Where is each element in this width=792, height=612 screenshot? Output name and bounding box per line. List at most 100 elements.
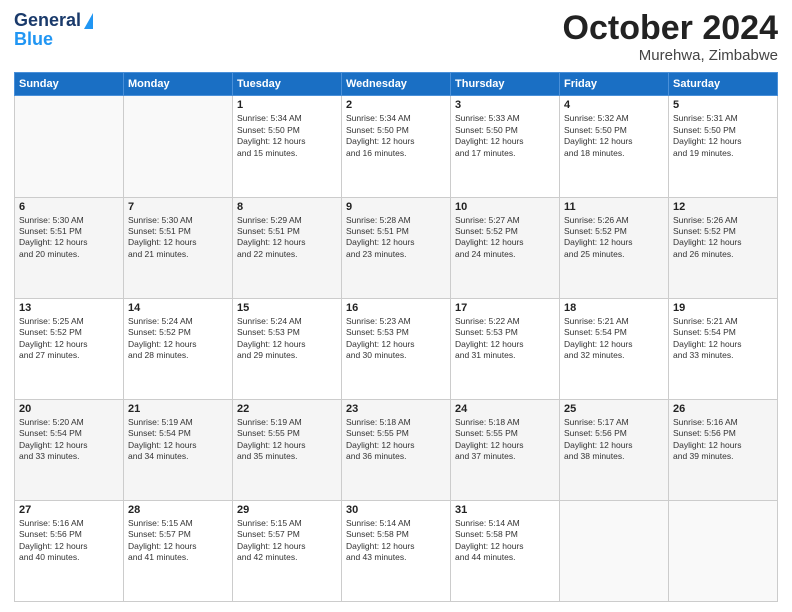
logo-blue: Blue xyxy=(14,29,53,50)
calendar-header-tuesday: Tuesday xyxy=(233,73,342,96)
day-number: 21 xyxy=(128,403,228,415)
day-info: Sunrise: 5:15 AM Sunset: 5:57 PM Dayligh… xyxy=(237,518,337,564)
calendar-header-thursday: Thursday xyxy=(451,73,560,96)
day-number: 22 xyxy=(237,403,337,415)
day-number: 2 xyxy=(346,99,446,111)
day-info: Sunrise: 5:21 AM Sunset: 5:54 PM Dayligh… xyxy=(673,316,773,362)
day-number: 8 xyxy=(237,201,337,213)
day-info: Sunrise: 5:22 AM Sunset: 5:53 PM Dayligh… xyxy=(455,316,555,362)
calendar-cell: 13 Sunrise: 5:25 AM Sunset: 5:52 PM Dayli… xyxy=(15,298,124,399)
calendar-cell: 10 Sunrise: 5:27 AM Sunset: 5:52 PM Dayli… xyxy=(451,197,560,298)
calendar-cell: 12Sunrise: 5:26 AM Sunset: 5:52 PM Dayli… xyxy=(669,197,778,298)
day-info: Sunrise: 5:28 AM Sunset: 5:51 PM Dayligh… xyxy=(346,215,446,261)
day-info: Sunrise: 5:29 AM Sunset: 5:51 PM Dayligh… xyxy=(237,215,337,261)
day-number: 11 xyxy=(564,201,664,213)
day-info: Sunrise: 5:20 AM Sunset: 5:54 PM Dayligh… xyxy=(19,417,119,463)
calendar-week-row: 20 Sunrise: 5:20 AM Sunset: 5:54 PM Dayli… xyxy=(15,399,778,500)
day-info: Sunrise: 5:24 AM Sunset: 5:53 PM Dayligh… xyxy=(237,316,337,362)
day-number: 14 xyxy=(128,302,228,314)
logo-general: General xyxy=(14,10,81,31)
day-number: 6 xyxy=(19,201,119,213)
day-info: Sunrise: 5:15 AM Sunset: 5:57 PM Dayligh… xyxy=(128,518,228,564)
calendar-cell: 20 Sunrise: 5:20 AM Sunset: 5:54 PM Dayli… xyxy=(15,399,124,500)
day-info: Sunrise: 5:26 AM Sunset: 5:52 PM Dayligh… xyxy=(673,215,773,261)
calendar-cell: 23 Sunrise: 5:18 AM Sunset: 5:55 PM Dayli… xyxy=(342,399,451,500)
day-info: Sunrise: 5:25 AM Sunset: 5:52 PM Dayligh… xyxy=(19,316,119,362)
day-number: 3 xyxy=(455,99,555,111)
calendar-week-row: 1 Sunrise: 5:34 AM Sunset: 5:50 PM Daylig… xyxy=(15,96,778,197)
calendar-cell: 17 Sunrise: 5:22 AM Sunset: 5:53 PM Dayli… xyxy=(451,298,560,399)
day-info: Sunrise: 5:21 AM Sunset: 5:54 PM Dayligh… xyxy=(564,316,664,362)
calendar-header-saturday: Saturday xyxy=(669,73,778,96)
calendar-cell xyxy=(669,500,778,601)
day-info: Sunrise: 5:32 AM Sunset: 5:50 PM Dayligh… xyxy=(564,113,664,159)
calendar-cell: 8 Sunrise: 5:29 AM Sunset: 5:51 PM Daylig… xyxy=(233,197,342,298)
calendar-cell: 25 Sunrise: 5:17 AM Sunset: 5:56 PM Dayli… xyxy=(560,399,669,500)
day-number: 23 xyxy=(346,403,446,415)
calendar-cell: 11 Sunrise: 5:26 AM Sunset: 5:52 PM Dayli… xyxy=(560,197,669,298)
location: Murehwa, Zimbabwe xyxy=(563,47,778,64)
day-info: Sunrise: 5:26 AM Sunset: 5:52 PM Dayligh… xyxy=(564,215,664,261)
day-info: Sunrise: 5:23 AM Sunset: 5:53 PM Dayligh… xyxy=(346,316,446,362)
calendar-cell: 15 Sunrise: 5:24 AM Sunset: 5:53 PM Dayli… xyxy=(233,298,342,399)
calendar-cell: 3Sunrise: 5:33 AM Sunset: 5:50 PM Daylig… xyxy=(451,96,560,197)
day-info: Sunrise: 5:30 AM Sunset: 5:51 PM Dayligh… xyxy=(19,215,119,261)
calendar-table: SundayMondayTuesdayWednesdayThursdayFrid… xyxy=(14,72,778,602)
calendar-cell: 24Sunrise: 5:18 AM Sunset: 5:55 PM Dayli… xyxy=(451,399,560,500)
calendar-cell: 6 Sunrise: 5:30 AM Sunset: 5:51 PM Daylig… xyxy=(15,197,124,298)
logo-triangle-icon xyxy=(84,13,93,29)
day-number: 30 xyxy=(346,504,446,516)
calendar-cell: 1 Sunrise: 5:34 AM Sunset: 5:50 PM Daylig… xyxy=(233,96,342,197)
calendar-cell: 27Sunrise: 5:16 AM Sunset: 5:56 PM Dayli… xyxy=(15,500,124,601)
day-info: Sunrise: 5:17 AM Sunset: 5:56 PM Dayligh… xyxy=(564,417,664,463)
calendar-cell xyxy=(15,96,124,197)
day-info: Sunrise: 5:30 AM Sunset: 5:51 PM Dayligh… xyxy=(128,215,228,261)
day-number: 1 xyxy=(237,99,337,111)
calendar-header-wednesday: Wednesday xyxy=(342,73,451,96)
day-number: 29 xyxy=(237,504,337,516)
calendar-cell: 2Sunrise: 5:34 AM Sunset: 5:50 PM Daylig… xyxy=(342,96,451,197)
day-number: 31 xyxy=(455,504,555,516)
day-number: 9 xyxy=(346,201,446,213)
day-info: Sunrise: 5:18 AM Sunset: 5:55 PM Dayligh… xyxy=(455,417,555,463)
calendar-cell: 5Sunrise: 5:31 AM Sunset: 5:50 PM Daylig… xyxy=(669,96,778,197)
calendar-week-row: 6 Sunrise: 5:30 AM Sunset: 5:51 PM Daylig… xyxy=(15,197,778,298)
day-info: Sunrise: 5:34 AM Sunset: 5:50 PM Dayligh… xyxy=(237,113,337,159)
day-number: 17 xyxy=(455,302,555,314)
day-number: 10 xyxy=(455,201,555,213)
day-info: Sunrise: 5:14 AM Sunset: 5:58 PM Dayligh… xyxy=(346,518,446,564)
day-info: Sunrise: 5:19 AM Sunset: 5:54 PM Dayligh… xyxy=(128,417,228,463)
day-number: 16 xyxy=(346,302,446,314)
day-number: 18 xyxy=(564,302,664,314)
calendar-header-row: SundayMondayTuesdayWednesdayThursdayFrid… xyxy=(15,73,778,96)
calendar-cell: 28 Sunrise: 5:15 AM Sunset: 5:57 PM Dayli… xyxy=(124,500,233,601)
day-number: 15 xyxy=(237,302,337,314)
day-number: 27 xyxy=(19,504,119,516)
calendar-cell: 22Sunrise: 5:19 AM Sunset: 5:55 PM Dayli… xyxy=(233,399,342,500)
day-number: 20 xyxy=(19,403,119,415)
day-number: 5 xyxy=(673,99,773,111)
calendar-week-row: 13 Sunrise: 5:25 AM Sunset: 5:52 PM Dayli… xyxy=(15,298,778,399)
page-container: General Blue October 2024 Murehwa, Zimba… xyxy=(0,0,792,612)
day-number: 25 xyxy=(564,403,664,415)
day-info: Sunrise: 5:14 AM Sunset: 5:58 PM Dayligh… xyxy=(455,518,555,564)
day-number: 19 xyxy=(673,302,773,314)
calendar-header-monday: Monday xyxy=(124,73,233,96)
calendar-header-friday: Friday xyxy=(560,73,669,96)
logo: General Blue xyxy=(14,10,93,50)
calendar-cell: 9 Sunrise: 5:28 AM Sunset: 5:51 PM Daylig… xyxy=(342,197,451,298)
calendar-cell: 14Sunrise: 5:24 AM Sunset: 5:52 PM Dayli… xyxy=(124,298,233,399)
day-number: 4 xyxy=(564,99,664,111)
calendar-cell: 19 Sunrise: 5:21 AM Sunset: 5:54 PM Dayli… xyxy=(669,298,778,399)
header: General Blue October 2024 Murehwa, Zimba… xyxy=(14,10,778,64)
month-year: October 2024 xyxy=(563,10,778,47)
title-block: October 2024 Murehwa, Zimbabwe xyxy=(563,10,778,64)
calendar-cell: 31 Sunrise: 5:14 AM Sunset: 5:58 PM Dayli… xyxy=(451,500,560,601)
day-info: Sunrise: 5:27 AM Sunset: 5:52 PM Dayligh… xyxy=(455,215,555,261)
day-info: Sunrise: 5:18 AM Sunset: 5:55 PM Dayligh… xyxy=(346,417,446,463)
calendar-week-row: 27Sunrise: 5:16 AM Sunset: 5:56 PM Dayli… xyxy=(15,500,778,601)
day-number: 28 xyxy=(128,504,228,516)
day-number: 13 xyxy=(19,302,119,314)
calendar-cell xyxy=(124,96,233,197)
day-number: 7 xyxy=(128,201,228,213)
